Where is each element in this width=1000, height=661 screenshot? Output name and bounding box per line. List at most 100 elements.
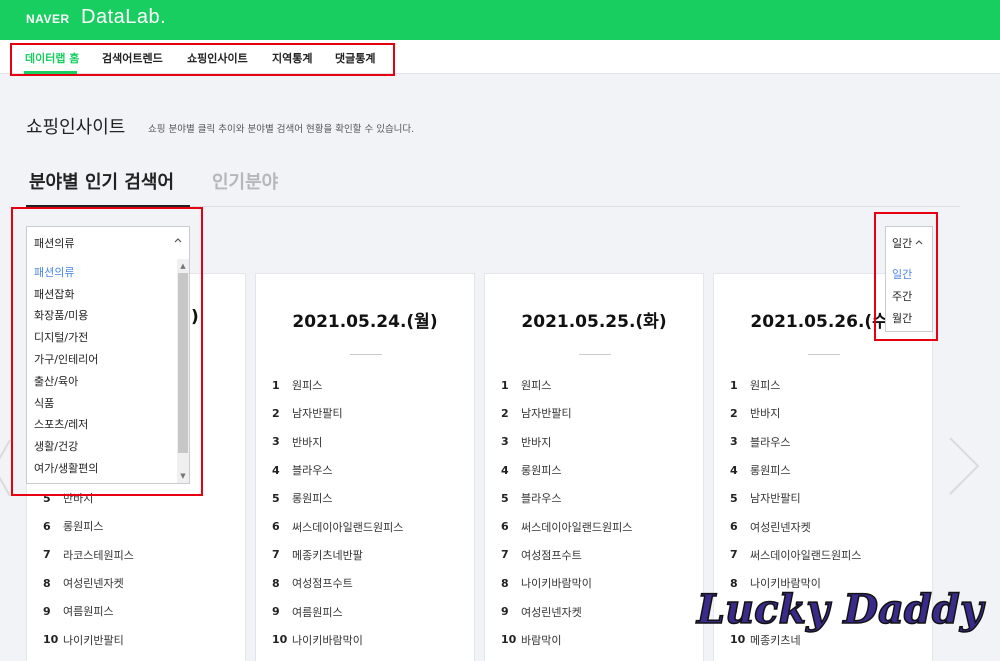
rank-item[interactable]: 2 반바지 <box>730 399 861 427</box>
category-option[interactable]: 화장품/미용 <box>34 305 98 327</box>
rank-item[interactable]: 5 롱원피스 <box>272 484 403 512</box>
scroll-up-icon[interactable]: ▲ <box>177 261 189 271</box>
rank-item[interactable]: 4 롱원피스 <box>501 456 632 484</box>
tab-category-keywords[interactable]: 분야별 인기 검색어 <box>29 168 174 194</box>
category-option[interactable]: 식품 <box>34 392 98 414</box>
rank-item[interactable]: 10 메종키츠네 <box>730 626 861 654</box>
rank-item[interactable]: 7 여성점프수트 <box>501 541 632 569</box>
ranking-card: 2021.05.25.(화) 1 원피스 2 남자반팔티 3 반바지 4 롱원피스 5블… <box>484 273 704 661</box>
rank-item[interactable]: 8 여성린넨자켓 <box>43 569 134 597</box>
category-option[interactable]: 여가/생활편의 <box>34 457 98 479</box>
period-option[interactable]: 주간 <box>892 285 912 307</box>
rank-list: 5 반바지 6 롱원피스 7 라코스테원피스 8 여성린넨자켓 9 여름원피스 10 나이키… <box>43 484 134 654</box>
page-description: 쇼핑 분야별 클릭 추이와 분야별 검색어 현황을 확인할 수 있습니다. <box>148 124 415 135</box>
period-option[interactable]: 월간 <box>892 307 912 329</box>
period-option[interactable]: 일간 <box>892 263 912 285</box>
category-option[interactable]: 패션잡화 <box>34 283 98 305</box>
rank-keyword: 나이키반팔티 <box>63 633 124 647</box>
rank-number: 1 <box>730 378 738 392</box>
rank-number: 1 <box>272 378 280 392</box>
rank-item[interactable]: 7 라코스테원피스 <box>43 541 134 569</box>
rank-list: 1 원피스 2 반바지 3 블라우스 4 롱원피스 5 남자반팔티 6 여성린넨자켓 7 써스… <box>730 371 861 654</box>
rank-item[interactable]: 4 블라우스 <box>272 456 403 484</box>
rank-number: 8 <box>730 576 738 590</box>
rank-item[interactable]: 5 블라우스 <box>501 484 632 512</box>
rank-keyword: 원피스 <box>292 379 323 393</box>
period-options: 일간 주간 월간 <box>892 263 912 329</box>
rank-item[interactable]: 1 원피스 <box>501 371 632 399</box>
rank-item[interactable]: 6 써스데이아일랜드원피스 <box>501 512 632 540</box>
scrollbar-thumb[interactable] <box>178 273 188 453</box>
rank-number: 10 <box>272 633 288 647</box>
rank-number: 3 <box>501 435 509 449</box>
rank-number: 6 <box>272 520 280 534</box>
chevron-up-icon[interactable] <box>173 235 183 248</box>
page-title: 쇼핑인사이트 <box>26 117 126 138</box>
datalab-logo[interactable]: DataLab. <box>81 6 166 29</box>
category-option[interactable]: 스포츠/레저 <box>34 414 98 436</box>
category-option[interactable]: 가구/인테리어 <box>34 348 98 370</box>
rank-number: 8 <box>501 576 509 590</box>
period-dropdown[interactable]: 일간 일간 주간 월간 <box>885 226 933 332</box>
rank-item[interactable]: 6 써스데이아일랜드원피스 <box>272 512 403 540</box>
rank-item[interactable]: 9 여성린넨자켓 <box>501 597 632 625</box>
naver-logo[interactable]: NAVER <box>26 12 70 26</box>
rank-item[interactable]: 6 여성린넨자켓 <box>730 512 861 540</box>
rank-number: 7 <box>501 548 509 562</box>
rank-item[interactable]: 1 원피스 <box>730 371 861 399</box>
category-scrollbar[interactable]: ▲ ▼ <box>177 259 189 483</box>
card-divider <box>579 354 611 355</box>
scroll-down-icon[interactable]: ▼ <box>177 471 189 481</box>
chevron-right-icon[interactable] <box>944 434 984 498</box>
rank-item[interactable]: 10 바람막이 <box>501 626 632 654</box>
rank-item[interactable]: 3 블라우스 <box>730 428 861 456</box>
rank-number: 1 <box>501 378 509 392</box>
category-option[interactable]: 출산/육아 <box>34 370 98 392</box>
tab-popular-categories[interactable]: 인기분야 <box>212 168 278 194</box>
category-option[interactable]: 생활/건강 <box>34 435 98 457</box>
nav-comment-stats[interactable]: 댓글통계 <box>335 50 375 66</box>
rank-item[interactable]: 10 나이키바람막이 <box>272 626 403 654</box>
nav-search-trend[interactable]: 검색어트렌드 <box>102 50 163 66</box>
nav-shopping-insight[interactable]: 쇼핑인사이트 <box>187 50 248 66</box>
tab-active-underline <box>26 205 190 208</box>
nav-datalab-home[interactable]: 데이터랩 홈 <box>25 50 79 66</box>
rank-item[interactable]: 7 메종키츠네반팔 <box>272 541 403 569</box>
rank-number: 9 <box>272 605 280 619</box>
rank-number: 9 <box>501 605 509 619</box>
rank-item[interactable]: 2 남자반팔티 <box>272 399 403 427</box>
rank-number: 4 <box>730 463 738 477</box>
rank-item[interactable]: 4 롱원피스 <box>730 456 861 484</box>
rank-item[interactable]: 6 롱원피스 <box>43 512 134 540</box>
rank-item[interactable]: 9 여름원피스 <box>43 597 134 625</box>
rank-keyword: 써스데이아일랜드원피스 <box>292 520 404 534</box>
rank-item[interactable]: 3 반바지 <box>272 428 403 456</box>
nav-region-stats[interactable]: 지역통계 <box>272 50 312 66</box>
rank-number: 7 <box>43 548 51 562</box>
rank-item[interactable]: 2 남자반팔티 <box>501 399 632 427</box>
period-selected-value[interactable]: 일간 <box>892 235 924 251</box>
card-date: 2021.05.24.(월) <box>292 312 438 332</box>
rank-number: 9 <box>730 605 738 619</box>
category-option[interactable]: 디지털/가전 <box>34 326 98 348</box>
top-header: NAVER DataLab. <box>0 0 1000 40</box>
rank-item[interactable]: 7 써스데이아일랜드원피스 <box>730 541 861 569</box>
rank-keyword: 반바지 <box>750 407 781 421</box>
rank-item[interactable]: 8 나이키바람막이 <box>501 569 632 597</box>
rank-item[interactable]: 9 <box>730 597 861 625</box>
category-selected-value[interactable]: 패션의류 <box>34 235 74 251</box>
rank-item[interactable]: 10 나이키반팔티 <box>43 625 134 653</box>
category-dropdown[interactable]: 패션의류 패션의류 패션잡화 화장품/미용 디지털/가전 가구/인테리어 출산/… <box>26 226 190 484</box>
rank-keyword: 블라우스 <box>292 464 333 478</box>
chevron-left-icon[interactable] <box>0 436 28 500</box>
rank-item[interactable]: 1 원피스 <box>272 371 403 399</box>
rank-item[interactable]: 8 나이키바람막이 <box>730 569 861 597</box>
rank-item[interactable]: 3 반바지 <box>501 428 632 456</box>
rank-item[interactable]: 8 여성점프수트 <box>272 569 403 597</box>
category-option[interactable]: 패션의류 <box>34 261 98 283</box>
rank-item[interactable]: 9 여름원피스 <box>272 597 403 625</box>
rank-item[interactable]: 5 남자반팔티 <box>730 484 861 512</box>
rank-item[interactable]: 5 반바지 <box>43 484 134 512</box>
rank-keyword: 블라우스 <box>521 492 562 506</box>
rank-keyword: 반바지 <box>292 435 323 449</box>
